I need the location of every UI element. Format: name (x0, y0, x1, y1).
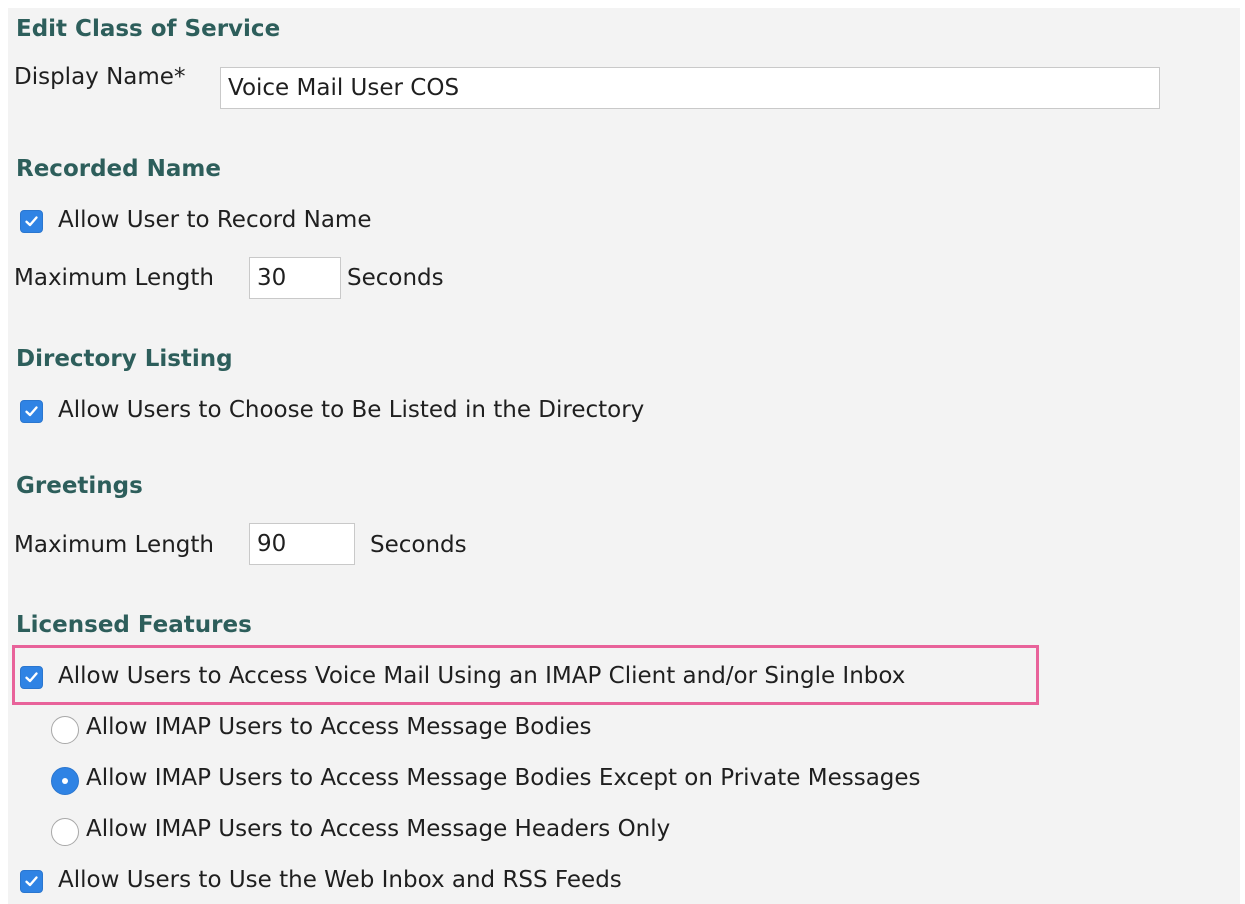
web-inbox-checkbox[interactable] (20, 870, 43, 893)
imap-option-message-bodies-radio[interactable] (51, 716, 79, 744)
web-inbox-label: Allow Users to Use the Web Inbox and RSS… (58, 867, 622, 893)
imap-option-message-bodies-label: Allow IMAP Users to Access Message Bodie… (86, 714, 592, 740)
imap-option-headers-only-radio[interactable] (51, 818, 79, 846)
checkmark-icon (25, 406, 38, 417)
greetings-max-length-label: Maximum Length (14, 532, 214, 558)
greetings-max-length-unit: Seconds (370, 532, 467, 558)
imap-access-checkbox[interactable] (20, 666, 43, 689)
greetings-heading: Greetings (16, 473, 143, 499)
imap-access-label: Allow Users to Access Voice Mail Using a… (58, 663, 906, 689)
greetings-max-length-input[interactable] (249, 523, 355, 565)
checkmark-icon (25, 876, 38, 887)
display-name-input[interactable] (220, 67, 1160, 109)
imap-option-bodies-except-private-label: Allow IMAP Users to Access Message Bodie… (86, 765, 921, 791)
recorded-max-length-unit: Seconds (347, 265, 444, 291)
allow-listed-checkbox[interactable] (20, 400, 43, 423)
recorded-max-length-label: Maximum Length (14, 265, 214, 291)
imap-option-bodies-except-private-radio[interactable] (51, 767, 79, 795)
licensed-features-heading: Licensed Features (16, 612, 252, 638)
allow-record-name-checkbox[interactable] (20, 210, 43, 233)
display-name-label: Display Name* (14, 64, 186, 90)
recorded-name-heading: Recorded Name (16, 156, 221, 182)
allow-record-name-label: Allow User to Record Name (58, 207, 372, 233)
recorded-max-length-input[interactable] (249, 257, 341, 299)
allow-listed-label: Allow Users to Choose to Be Listed in th… (58, 397, 645, 423)
page-title: Edit Class of Service (16, 16, 281, 42)
checkmark-icon (25, 672, 38, 683)
directory-listing-heading: Directory Listing (16, 346, 233, 372)
imap-option-headers-only-label: Allow IMAP Users to Access Message Heade… (86, 816, 671, 842)
checkmark-icon (25, 216, 38, 227)
